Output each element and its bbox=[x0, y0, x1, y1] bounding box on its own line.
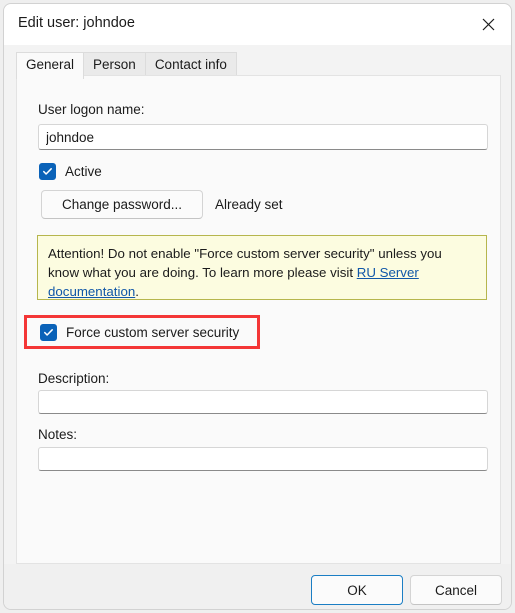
change-password-button[interactable]: Change password... bbox=[41, 190, 203, 219]
tab-contact-info-label: Contact info bbox=[154, 57, 227, 72]
dialog-title: Edit user: johndoe bbox=[18, 15, 135, 31]
force-security-checkbox[interactable] bbox=[40, 324, 57, 341]
warning-text-after: . bbox=[135, 284, 139, 299]
notes-input[interactable] bbox=[38, 447, 488, 471]
active-checkbox[interactable] bbox=[39, 163, 56, 180]
close-icon bbox=[482, 18, 495, 31]
security-warning-text: Attention! Do not enable "Force custom s… bbox=[48, 244, 476, 301]
tab-general[interactable]: General bbox=[16, 52, 85, 79]
ok-button[interactable]: OK bbox=[311, 575, 403, 605]
tab-strip: General Person Contact info bbox=[4, 45, 511, 79]
tab-person-label: Person bbox=[93, 57, 136, 72]
cancel-button[interactable]: Cancel bbox=[410, 575, 502, 605]
dialog-titlebar: Edit user: johndoe bbox=[4, 4, 511, 45]
edit-user-dialog: Edit user: johndoe General Person Contac… bbox=[3, 3, 512, 610]
active-checkbox-label: Active bbox=[65, 164, 102, 179]
description-input[interactable] bbox=[38, 390, 488, 414]
active-checkbox-row[interactable]: Active bbox=[39, 163, 102, 180]
checkmark-icon bbox=[42, 166, 53, 177]
checkmark-icon bbox=[43, 327, 54, 338]
tab-general-label: General bbox=[26, 57, 75, 72]
logon-name-label: User logon name: bbox=[38, 102, 145, 117]
force-security-checkbox-label: Force custom server security bbox=[66, 325, 240, 340]
dialog-footer: OK Cancel bbox=[4, 564, 511, 609]
force-security-checkbox-row[interactable]: Force custom server security bbox=[40, 324, 239, 341]
notes-label: Notes: bbox=[38, 427, 78, 442]
general-tab-panel: User logon name: Active Change password.… bbox=[16, 75, 501, 564]
security-warning-box: Attention! Do not enable "Force custom s… bbox=[37, 235, 487, 300]
close-button[interactable] bbox=[466, 4, 511, 45]
logon-name-input[interactable] bbox=[38, 124, 488, 150]
description-label: Description: bbox=[38, 371, 110, 386]
password-status-text: Already set bbox=[215, 197, 283, 212]
